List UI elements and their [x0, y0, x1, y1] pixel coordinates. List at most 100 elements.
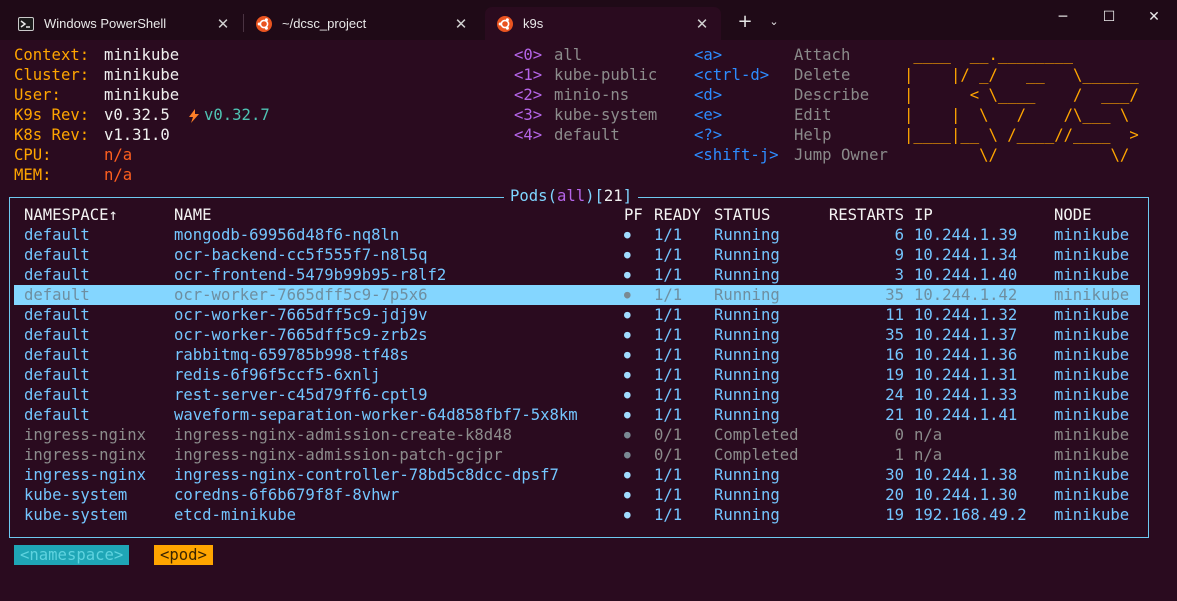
cell-node: minikube	[1054, 386, 1130, 404]
info-value: n/a	[104, 166, 133, 184]
cell-name: rest-server-c45d79ff6-cptl9	[174, 386, 428, 404]
column-header-name[interactable]: NAME	[174, 205, 212, 225]
table-row[interactable]: default ocr-backend-cc5f555f7-n8l5q ● 1/1 Ru…	[14, 245, 1140, 265]
cell-restarts: 19	[885, 506, 904, 524]
info-cpu: CPU: n/a	[14, 145, 132, 165]
info-key: K9s Rev:	[14, 106, 90, 124]
ns-name: kube-system	[554, 106, 658, 124]
close-icon[interactable]: ✕	[693, 15, 711, 33]
cell-pf: ●	[624, 348, 631, 361]
shortcut-delete[interactable]: <ctrl-d> Delete	[694, 65, 850, 85]
column-header-ready[interactable]: READY	[654, 205, 701, 225]
shortcut-key: <e>	[694, 106, 723, 124]
new-tab-button[interactable]: +	[733, 8, 757, 34]
cell-name: ocr-worker-7665dff5c9-jdj9v	[174, 306, 428, 324]
minimize-icon: ─	[1058, 9, 1068, 25]
table-row[interactable]: default ocr-worker-7665dff5c9-zrb2s ● 1/1 Ru…	[14, 325, 1140, 345]
shortcut-jump-owner[interactable]: <shift-j> Jump Owner	[694, 145, 888, 165]
breadcrumb-pod[interactable]: <pod>	[154, 545, 213, 565]
column-header-namespace[interactable]: NAMESPACE↑	[24, 205, 118, 225]
logo-line: \/ \/	[904, 146, 1139, 164]
cell-node: minikube	[1054, 426, 1130, 444]
close-icon: ✕	[1148, 9, 1160, 25]
cell-restarts: 35	[885, 286, 904, 304]
tab-dropdown-button[interactable]: ⌄	[762, 8, 786, 34]
close-window-button[interactable]: ✕	[1131, 0, 1177, 34]
shortcut-describe[interactable]: <d> Describe	[694, 85, 869, 105]
table-row[interactable]: default rabbitmq-659785b998-tf48s ● 1/1 Runn…	[14, 345, 1140, 365]
shortcut-key: <shift-j>	[694, 146, 779, 164]
plus-icon: +	[737, 10, 753, 32]
cell-status: Running	[714, 306, 780, 324]
table-row[interactable]: default mongodb-69956d48f6-nq8ln ● 1/1 Runni…	[14, 225, 1140, 245]
table-row[interactable]: ingress-nginx ingress-nginx-admission-cre…	[14, 425, 1140, 445]
cell-name: etcd-minikube	[174, 506, 297, 524]
cell-pf: ●	[624, 368, 631, 381]
minimize-button[interactable]: ─	[1040, 0, 1086, 34]
table-header: NAMESPACE↑ NAME PF READY STATUS RESTARTS…	[14, 205, 1140, 225]
logo-line: |____|__ \ /____//____ >	[904, 126, 1139, 144]
cell-ready: 1/1	[654, 486, 683, 504]
tab-dcsc-project[interactable]: ~/dcsc_project ✕	[244, 7, 480, 40]
cell-node: minikube	[1054, 246, 1130, 264]
table-row[interactable]: default ocr-worker-7665dff5c9-7p5x6 ● 1/1 Ru…	[14, 285, 1140, 305]
column-header-pf[interactable]: PF	[624, 205, 643, 225]
ns-shortcut[interactable]: <1> kube-public	[514, 65, 657, 85]
column-header-restarts[interactable]: RESTARTS	[824, 205, 904, 225]
table-row[interactable]: kube-system etcd-minikube ● 1/1 Running 19 192…	[14, 505, 1140, 525]
table-row[interactable]: ingress-nginx ingress-nginx-admission-pat…	[14, 445, 1140, 465]
cell-name: ocr-worker-7665dff5c9-7p5x6	[174, 286, 428, 304]
cell-namespace: default	[24, 346, 90, 364]
table-row[interactable]: ingress-nginx ingress-nginx-controller-78…	[14, 465, 1140, 485]
table-row[interactable]: default redis-6f96f5ccf5-6xnlj ● 1/1 Running…	[14, 365, 1140, 385]
cell-restarts: 0	[894, 426, 904, 444]
ns-shortcut[interactable]: <2> minio-ns	[514, 85, 629, 105]
cell-ip: 10.244.1.31	[914, 366, 1018, 384]
cell-ip: 10.244.1.34	[914, 246, 1018, 264]
cell-status: Running	[714, 286, 780, 304]
ns-shortcut[interactable]: <3> kube-system	[514, 105, 657, 125]
table-row[interactable]: kube-system coredns-6f6b679f8f-8vhwr ● 1/1 R…	[14, 485, 1140, 505]
logo-line: | < \____ / ___/	[904, 86, 1139, 104]
cell-namespace: ingress-nginx	[24, 466, 147, 484]
cell-status: Running	[714, 326, 780, 344]
column-header-node[interactable]: NODE	[1054, 205, 1092, 225]
shortcut-help[interactable]: <?> Help	[694, 125, 832, 145]
table-row[interactable]: default ocr-worker-7665dff5c9-jdj9v ● 1/1 Ru…	[14, 305, 1140, 325]
cell-pf: ●	[624, 508, 631, 521]
scrollbar[interactable]	[1164, 40, 1172, 601]
close-icon[interactable]: ✕	[452, 15, 470, 33]
tab-k9s[interactable]: k9s ✕	[485, 7, 721, 40]
cell-status: Running	[714, 406, 780, 424]
shortcut-key: <d>	[694, 86, 723, 104]
cell-node: minikube	[1054, 306, 1130, 324]
cell-status: Running	[714, 366, 780, 384]
cell-pf: ●	[624, 228, 631, 241]
ns-name: minio-ns	[554, 86, 630, 104]
cell-namespace: default	[24, 326, 90, 344]
info-mem: MEM: n/a	[14, 165, 132, 185]
shortcut-attach[interactable]: <a> Attach	[694, 45, 850, 65]
cell-restarts: 19	[885, 366, 904, 384]
logo-line: | | \ / /\___ \	[904, 106, 1139, 124]
cell-restarts: 9	[894, 246, 904, 264]
table-row[interactable]: default ocr-frontend-5479b99b95-r8lf2 ● 1/1…	[14, 265, 1140, 285]
column-header-ip[interactable]: IP	[914, 205, 933, 225]
ubuntu-icon	[497, 15, 513, 32]
cell-ip: 10.244.1.40	[914, 266, 1018, 284]
table-row[interactable]: default rest-server-c45d79ff6-cptl9 ● 1/1 Ru…	[14, 385, 1140, 405]
ns-shortcut[interactable]: <0> all	[514, 45, 582, 65]
info-value: minikube	[104, 86, 180, 104]
breadcrumb-namespace[interactable]: <namespace>	[14, 545, 130, 565]
maximize-button[interactable]: ☐	[1086, 0, 1132, 34]
close-icon[interactable]: ✕	[214, 15, 232, 33]
info-user: User: minikube	[14, 85, 179, 105]
shortcut-edit[interactable]: <e> Edit	[694, 105, 832, 125]
column-header-status[interactable]: STATUS	[714, 205, 770, 225]
terminal-view[interactable]: Context: minikube Cluster: minikube User: m…	[0, 40, 1177, 601]
table-row[interactable]: default waveform-separation-worker-64d858…	[14, 405, 1140, 425]
tab-windows-powershell[interactable]: Windows PowerShell ✕	[6, 7, 242, 40]
shortcut-action: Delete	[794, 66, 851, 84]
cell-name: redis-6f96f5ccf5-6xnlj	[174, 366, 381, 384]
ns-shortcut[interactable]: <4> default	[514, 125, 620, 145]
